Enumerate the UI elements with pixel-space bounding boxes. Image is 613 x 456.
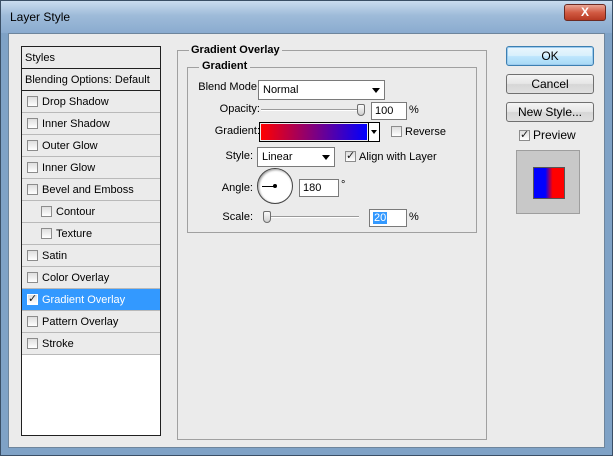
gradient-label: Gradient: (214, 125, 260, 137)
style-item-satin[interactable]: Satin (22, 245, 160, 267)
style-item-checkbox[interactable] (27, 96, 38, 107)
opacity-unit: % (409, 104, 419, 116)
scale-unit: % (409, 211, 419, 223)
section-title: Gradient Overlay (189, 44, 282, 56)
style-item-stroke[interactable]: Stroke (22, 333, 160, 355)
style-item-checkbox[interactable] (27, 162, 38, 173)
layer-style-window: Layer Style X Styles Blending Options: D… (0, 0, 613, 456)
style-item-contour[interactable]: Contour (22, 201, 160, 223)
gradient-dropdown-arrow[interactable] (368, 123, 379, 141)
angle-center-dot (273, 184, 277, 188)
preview-label: Preview (533, 128, 576, 142)
gradient-preview-swatch[interactable] (261, 124, 367, 140)
style-item-checkbox[interactable] (27, 250, 38, 261)
align-label: Align with Layer (359, 151, 437, 163)
title-bar[interactable]: Layer Style X (1, 1, 612, 33)
reverse-label: Reverse (405, 126, 446, 138)
preview-checkbox-row[interactable]: Preview (519, 128, 576, 142)
style-item-label: Drop Shadow (42, 96, 109, 108)
opacity-slider-track[interactable] (261, 109, 365, 111)
close-icon: X (580, 5, 589, 19)
style-preview (516, 150, 580, 214)
style-item-inner-shadow[interactable]: Inner Shadow (22, 113, 160, 135)
opacity-slider-thumb[interactable] (357, 104, 365, 116)
gradient-picker[interactable] (259, 122, 380, 142)
style-item-label: Contour (56, 206, 96, 218)
style-item-bevel-and-emboss[interactable]: Bevel and Emboss (22, 179, 160, 201)
style-item-gradient-overlay[interactable]: Gradient Overlay (22, 289, 160, 311)
scale-slider-track[interactable] (263, 216, 359, 218)
reverse-checkbox-row[interactable]: Reverse (391, 124, 446, 138)
style-value: Linear (262, 151, 293, 163)
style-select[interactable]: Linear (257, 147, 335, 167)
style-item-label: Color Overlay (42, 272, 110, 284)
angle-input[interactable]: 180 (299, 179, 339, 197)
blend-mode-value: Normal (263, 84, 299, 96)
preview-checkbox[interactable] (519, 128, 530, 141)
style-item-outer-glow[interactable]: Outer Glow (22, 135, 160, 157)
style-item-label: Satin (42, 250, 68, 262)
styles-header[interactable]: Styles (22, 47, 160, 69)
style-item-checkbox[interactable] (27, 272, 38, 283)
reverse-checkbox[interactable] (391, 126, 402, 137)
blend-mode-select[interactable]: Normal (258, 80, 385, 100)
style-item-label: Inner Shadow (42, 118, 110, 130)
preview-swatch (533, 167, 565, 199)
style-item-checkbox[interactable] (41, 228, 52, 239)
style-item-label: Outer Glow (42, 140, 98, 152)
opacity-input[interactable]: 100 (371, 102, 407, 120)
style-item-drop-shadow[interactable]: Drop Shadow (22, 91, 160, 113)
blend-mode-label: Blend Mode: (198, 81, 260, 93)
window-title: Layer Style (10, 10, 71, 24)
style-item-color-overlay[interactable]: Color Overlay (22, 267, 160, 289)
style-item-label: Inner Glow (42, 162, 96, 174)
style-item-label: Gradient Overlay (42, 294, 126, 306)
style-item-texture[interactable]: Texture (22, 223, 160, 245)
group-title: Gradient (199, 60, 251, 72)
style-item-checkbox[interactable] (27, 316, 38, 327)
new-style-button[interactable]: New Style... (506, 102, 594, 122)
style-item-label: Texture (56, 228, 93, 240)
style-item-checkbox[interactable] (27, 338, 38, 349)
style-item-checkbox[interactable] (27, 292, 38, 305)
ok-button[interactable]: OK (506, 46, 594, 66)
scale-input[interactable]: 20 (369, 209, 407, 227)
styles-list: Styles Blending Options: Default Drop Sh… (21, 46, 161, 436)
scale-value-selected: 20 (373, 212, 388, 224)
angle-dial[interactable] (257, 168, 293, 204)
style-item-label: Bevel and Emboss (42, 184, 134, 196)
close-button[interactable]: X (564, 4, 606, 21)
style-item-checkbox[interactable] (27, 140, 38, 151)
style-item-inner-glow[interactable]: Inner Glow (22, 157, 160, 179)
chevron-down-icon (372, 88, 380, 93)
style-item-checkbox[interactable] (41, 206, 52, 217)
angle-label: Angle: (221, 182, 253, 194)
chevron-down-icon (322, 155, 330, 160)
opacity-label: Opacity: (219, 103, 260, 115)
align-checkbox-row[interactable]: Align with Layer (345, 149, 437, 163)
style-item-label: Pattern Overlay (42, 316, 119, 328)
angle-unit: ° (341, 179, 346, 191)
style-label: Style: (225, 150, 253, 162)
scale-slider-thumb[interactable] (263, 211, 271, 223)
dialog-client: Styles Blending Options: Default Drop Sh… (8, 33, 605, 448)
style-item-label: Stroke (42, 338, 74, 350)
blending-options-item[interactable]: Blending Options: Default (22, 69, 160, 91)
scale-label: Scale: (222, 211, 253, 223)
style-item-checkbox[interactable] (27, 184, 38, 195)
style-item-checkbox[interactable] (27, 118, 38, 129)
cancel-button[interactable]: Cancel (506, 74, 594, 94)
style-item-pattern-overlay[interactable]: Pattern Overlay (22, 311, 160, 333)
align-with-layer-checkbox[interactable] (345, 149, 356, 162)
